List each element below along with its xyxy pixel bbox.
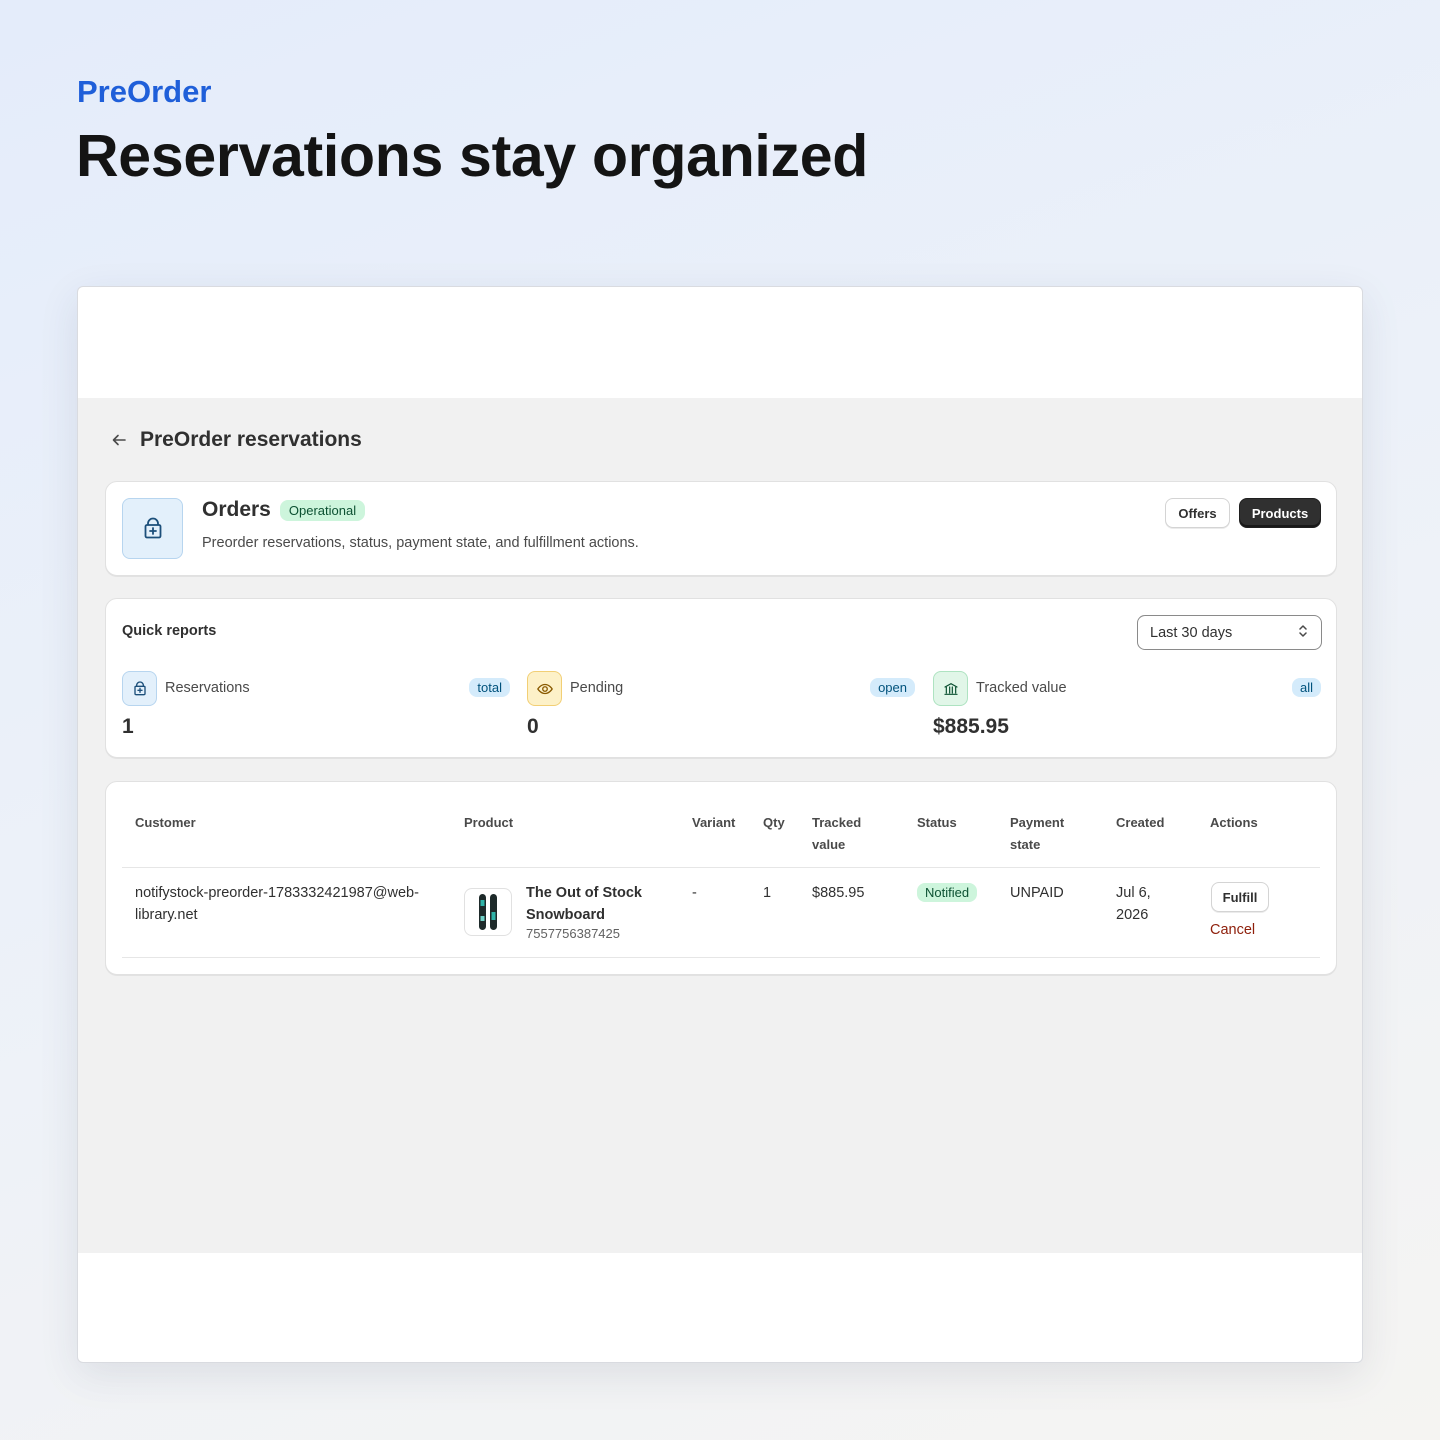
- metric-pill: all: [1291, 678, 1321, 697]
- header-line: Payment: [1010, 815, 1065, 830]
- hero-title: Reservations stay organized: [76, 123, 868, 189]
- page-header: PreOrder reservations: [108, 426, 362, 454]
- quick-reports-title: Quick reports: [122, 623, 217, 639]
- orders-title-row: Orders Operational: [202, 498, 366, 522]
- cancel-link[interactable]: Cancel: [1210, 922, 1255, 938]
- date-range-select[interactable]: Last 30 days: [1137, 615, 1322, 650]
- page-title: PreOrder reservations: [140, 428, 362, 451]
- metric-pending: Pending open 0: [527, 671, 915, 751]
- created-cell: Jul 6, 2026: [1116, 882, 1151, 926]
- payment-state-cell: UNPAID: [1010, 885, 1064, 901]
- column-header-tracked-value[interactable]: Tracked value: [812, 812, 861, 856]
- row-divider: [122, 957, 1320, 958]
- column-header-actions: Actions: [1210, 815, 1258, 830]
- app-content: PreOrder reservations Orders Operational…: [78, 398, 1362, 1253]
- product-name[interactable]: The Out of Stock Snowboard: [526, 882, 666, 926]
- hero-kicker: PreOrder: [77, 74, 212, 109]
- reservations-table: Customer Product Variant Qty Tracked val…: [105, 781, 1337, 975]
- metric-pill: total: [469, 678, 510, 697]
- product-id: 7557756387425: [526, 926, 620, 941]
- chevron-updown-icon: [1297, 623, 1309, 643]
- header-line: Tracked: [812, 815, 862, 830]
- metric-label: Tracked value: [976, 680, 1067, 696]
- metric-value: 1: [122, 715, 134, 738]
- header-line: value: [812, 837, 846, 852]
- orders-title: Orders: [202, 498, 271, 521]
- status-badge: Operational: [279, 499, 366, 521]
- product-thumbnail[interactable]: [464, 888, 512, 936]
- bank-icon: [933, 671, 968, 706]
- product-name-line: Snowboard: [526, 907, 605, 923]
- tracked-value-cell: $885.95: [812, 885, 865, 901]
- metric-tracked-value: Tracked value all $885.95: [933, 671, 1321, 751]
- customer-email-line: library.net: [135, 907, 198, 923]
- shopping-bag-icon: [122, 671, 157, 706]
- column-header-qty[interactable]: Qty: [763, 812, 785, 834]
- metric-value: $885.95: [933, 715, 1009, 738]
- product-name-line: The Out of Stock: [526, 885, 642, 901]
- shopping-bag-icon: [122, 498, 183, 559]
- offers-button[interactable]: Offers: [1165, 498, 1230, 528]
- orders-card: Orders Operational Preorder reservations…: [105, 481, 1337, 576]
- column-header-status[interactable]: Status: [917, 812, 957, 834]
- orders-description: Preorder reservations, status, payment s…: [202, 535, 639, 551]
- date-range-value: Last 30 days: [1150, 624, 1233, 641]
- customer-email[interactable]: notifystock-preorder-1783332421987@web- …: [135, 882, 419, 926]
- status-badge: Notified: [917, 883, 978, 902]
- created-line: 2026: [1116, 907, 1149, 923]
- products-button[interactable]: Products: [1239, 498, 1321, 528]
- qty-cell: 1: [763, 885, 772, 901]
- metric-pill: open: [870, 678, 915, 697]
- column-header-payment-state[interactable]: Payment state: [1010, 812, 1064, 856]
- metric-label: Reservations: [165, 680, 250, 696]
- header-line: state: [1010, 837, 1041, 852]
- fulfill-button[interactable]: Fulfill: [1211, 882, 1269, 912]
- column-header-customer[interactable]: Customer: [135, 812, 196, 834]
- header-divider: [122, 867, 1320, 868]
- metric-label: Pending: [570, 680, 624, 696]
- metric-reservations: Reservations total 1: [122, 671, 510, 751]
- column-header-product[interactable]: Product: [464, 812, 513, 834]
- column-header-variant[interactable]: Variant: [692, 812, 735, 834]
- arrow-left-icon[interactable]: [108, 429, 130, 451]
- eye-icon: [527, 671, 562, 706]
- column-header-created[interactable]: Created: [1116, 812, 1164, 834]
- metric-value: 0: [527, 715, 539, 738]
- variant-cell: -: [692, 885, 697, 901]
- customer-email-line: notifystock-preorder-1783332421987@web-: [135, 885, 419, 901]
- app-window: PreOrder reservations Orders Operational…: [77, 286, 1363, 1363]
- created-line: Jul 6,: [1116, 885, 1151, 901]
- quick-reports-card: Quick reports Last 30 days Reservations …: [105, 598, 1337, 758]
